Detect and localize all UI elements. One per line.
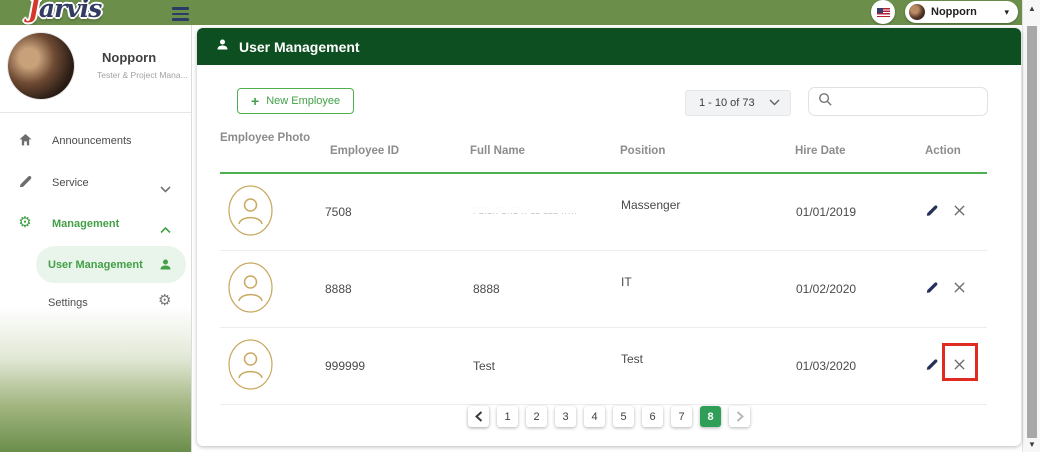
user-name: Nopporn (931, 6, 998, 18)
plus-icon: + (251, 93, 259, 109)
new-employee-label: New Employee (266, 95, 340, 107)
sidebar-item-label: Management (52, 218, 119, 230)
page-range-select[interactable]: 1 - 10 of 73 (685, 90, 791, 116)
edit-button[interactable] (925, 204, 939, 221)
column-header-position: Position (620, 145, 665, 157)
chevron-down-icon (769, 97, 780, 109)
prev-page-button[interactable] (468, 406, 489, 427)
employee-photo-placeholder-icon (228, 262, 273, 316)
page-button[interactable]: 1 (497, 406, 518, 427)
hire-date-cell: 01/01/2019 (796, 205, 856, 219)
avatar (909, 4, 925, 20)
jarvis-logo: Jarvis (28, 0, 101, 23)
profile-role: Tester & Project Mana... (97, 70, 188, 80)
scroll-up-icon[interactable]: ▲ (1023, 4, 1040, 13)
hire-date-cell: 01/02/2020 (796, 282, 856, 296)
us-flag-icon (877, 8, 890, 17)
sidebar-item-label: Service (52, 177, 89, 189)
page-button[interactable]: 7 (671, 406, 692, 427)
search-field (808, 87, 988, 116)
language-flag-button[interactable] (871, 0, 895, 24)
sidebar-item-settings[interactable]: Settings ⚙ (0, 289, 192, 319)
table-row: 8888 8888 IT 01/02/2020 (220, 251, 987, 328)
full-name-cell: Test (473, 359, 495, 373)
full-name-cell: 8888 (473, 282, 500, 296)
search-icon (818, 92, 833, 112)
delete-button[interactable] (953, 204, 966, 220)
person-icon (215, 37, 230, 57)
sidebar-item-label: User Management (36, 259, 158, 271)
pagination: 1 2 3 4 5 6 7 8 (197, 406, 1021, 427)
menu-icon[interactable] (172, 7, 189, 24)
page-button[interactable]: 2 (526, 406, 547, 427)
column-header-full-name: Full Name (470, 145, 525, 157)
page-button[interactable]: 5 (613, 406, 634, 427)
column-header-employee-photo: Employee Photo (220, 132, 310, 144)
edit-button[interactable] (925, 358, 939, 375)
delete-button[interactable] (953, 281, 966, 297)
logo-rest: arvis (39, 0, 101, 23)
scrollbar-thumb[interactable] (1027, 26, 1037, 438)
sidebar-item-service[interactable]: Service (0, 172, 192, 202)
gear-icon: ⚙ (16, 215, 34, 230)
user-management-panel: User Management + New Employee 1 - 10 of… (197, 28, 1021, 446)
hire-date-cell: 01/03/2020 (796, 359, 856, 373)
page-button[interactable]: 3 (555, 406, 576, 427)
sidebar: Nopporn Tester & Project Mana... Announc… (0, 25, 192, 452)
sidebar-item-management[interactable]: ⚙ Management (0, 213, 192, 243)
profile-photo (8, 33, 74, 99)
employee-photo-placeholder-icon (228, 339, 273, 393)
column-header-hire-date: Hire Date (795, 145, 846, 157)
search-input[interactable] (839, 95, 979, 109)
divider (0, 112, 191, 113)
employee-id-cell: 999999 (325, 359, 365, 373)
user-menu-button[interactable]: Nopporn ▾ (905, 1, 1018, 23)
table-row: 999999 Test Test 01/03/2020 (220, 328, 987, 405)
page-button[interactable]: 6 (642, 406, 663, 427)
pencil-icon (16, 174, 34, 194)
next-page-button[interactable] (729, 406, 750, 427)
person-icon (158, 257, 186, 272)
chevron-down-icon: ▾ (1004, 7, 1009, 18)
column-header-employee-id: Employee ID (330, 145, 399, 157)
new-employee-button[interactable]: + New Employee (237, 88, 354, 114)
employee-photo-placeholder-icon (228, 185, 273, 239)
column-header-action: Action (925, 145, 961, 157)
gear-icon: ⚙ (158, 293, 171, 308)
clipped-name-fragment: · –·–·· –··– ·· –– ––– ····· (473, 212, 578, 218)
position-cell: Test (621, 352, 643, 366)
jarvis-app: Jarvis Nopporn ▾ ▲ ▼ Nopporn Tester & Pr… (0, 0, 1040, 452)
page-title: User Management (239, 39, 360, 55)
sidebar-item-label: Announcements (52, 135, 132, 147)
employee-id-cell: 8888 (325, 282, 352, 296)
chevron-up-icon (160, 221, 171, 239)
home-icon (16, 132, 34, 153)
table-row: 7508 ····· ··· ···· –·–·· –··– ·· –– –––… (220, 174, 987, 251)
chevron-down-icon (160, 180, 171, 198)
edit-button[interactable] (925, 281, 939, 298)
profile-name: Nopporn (102, 50, 156, 65)
position-cell: IT (621, 275, 632, 289)
logo-letter-j: J (28, 0, 39, 23)
scroll-down-icon[interactable]: ▼ (1023, 440, 1040, 449)
panel-header: User Management (197, 28, 1021, 65)
sidebar-item-label: Settings (48, 297, 88, 309)
position-cell: Massenger (621, 198, 680, 212)
full-name-cell: ····· ··· ···· –·–·· –··– ·· –– ––– ····… (473, 207, 578, 218)
sidebar-item-user-management[interactable]: User Management (36, 246, 186, 283)
top-navbar: Jarvis Nopporn ▾ (0, 0, 1022, 25)
scrollbar[interactable]: ▲ ▼ (1022, 0, 1040, 452)
annotation-highlight-box (942, 343, 978, 381)
employee-id-cell: 7508 (325, 205, 352, 219)
page-button[interactable]: 4 (584, 406, 605, 427)
page-range-value: 1 - 10 of 73 (699, 97, 769, 109)
page-button-active[interactable]: 8 (700, 406, 721, 427)
sidebar-item-announcements[interactable]: Announcements (0, 130, 192, 160)
